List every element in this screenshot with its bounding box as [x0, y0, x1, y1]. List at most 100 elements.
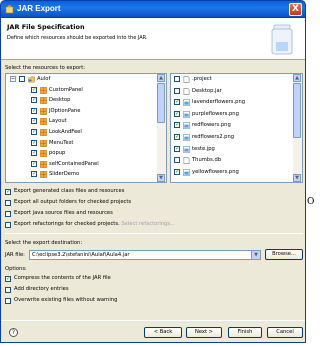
- option-label: Overwrite existing files without warning: [14, 297, 118, 303]
- options-label: Options:: [5, 266, 27, 272]
- image-file-icon: [183, 99, 190, 107]
- close-button[interactable]: X: [289, 3, 302, 16]
- file-icon: [183, 87, 190, 95]
- export-class-files-checkbox[interactable]: [5, 188, 11, 195]
- chevron-down-icon[interactable]: ▼: [251, 251, 260, 259]
- file-item-label: .project: [192, 76, 212, 82]
- option-label: Export refactorings for checked projects…: [14, 221, 176, 227]
- compress-checkbox[interactable]: [5, 275, 11, 282]
- image-file-icon: [183, 122, 190, 130]
- tree-item-label: Aulof: [37, 76, 51, 82]
- option-label: Export all output folders for checked pr…: [14, 199, 132, 205]
- file-item-label: teste.jpg: [192, 145, 215, 152]
- next-button[interactable]: Next >: [186, 327, 222, 338]
- tree-item-label: LookAndFeel: [49, 129, 82, 135]
- jar-file-value: C:\eclipse3.2\stefanini\Aulaf\Aula4.jar: [32, 252, 130, 258]
- tree-scrollbar[interactable]: ▲ ▼: [157, 74, 166, 182]
- side-letter: O: [307, 197, 315, 207]
- tree-item-checkbox[interactable]: [31, 107, 37, 114]
- tree-item-checkbox[interactable]: [19, 76, 25, 82]
- option-label: Compress the contents of the JAR file: [14, 275, 111, 281]
- tree-item-checkbox[interactable]: [31, 96, 37, 104]
- image-file-icon: [183, 110, 190, 118]
- package-icon: [40, 160, 47, 168]
- jar-file-combo[interactable]: C:\eclipse3.2\stefanini\Aulaf\Aula4.jar …: [29, 250, 261, 260]
- tree-item-label: JOptionPane: [49, 107, 81, 114]
- add-directory-entries-checkbox[interactable]: [5, 287, 11, 293]
- collapse-icon[interactable]: −: [10, 76, 16, 82]
- export-java-source-checkbox[interactable]: [5, 211, 11, 217]
- option-label: Export java source files and resources: [14, 210, 113, 216]
- file-item-checkbox[interactable]: [174, 87, 180, 94]
- project-folder-icon: [28, 76, 35, 83]
- image-file-icon: [183, 145, 190, 153]
- package-icon: [40, 171, 47, 179]
- file-item-label: Thumbs.db: [192, 157, 222, 164]
- option-label: Export generated class files and resourc…: [14, 188, 125, 194]
- export-output-folders-checkbox[interactable]: [5, 200, 11, 206]
- package-icon: [40, 97, 47, 105]
- scroll-up-icon[interactable]: ▲: [293, 74, 301, 82]
- tree-item-label: Desktop: [49, 97, 71, 104]
- back-button[interactable]: < Back: [144, 327, 182, 338]
- file-item-checkbox[interactable]: [174, 168, 180, 175]
- package-icon: [40, 139, 47, 147]
- scroll-thumb[interactable]: [293, 83, 301, 138]
- image-file-icon: [183, 168, 190, 176]
- help-icon[interactable]: ?: [9, 328, 18, 337]
- file-item-label: yellowflowers.png: [192, 168, 239, 175]
- file-item-label: Desktop.jar: [192, 87, 222, 94]
- package-icon: [40, 129, 47, 136]
- file-item-checkbox[interactable]: [174, 121, 180, 129]
- destination-label: Select the export destination:: [5, 240, 83, 246]
- file-item-checkbox[interactable]: [174, 157, 180, 164]
- overwrite-checkbox[interactable]: [5, 298, 11, 304]
- tree-item-label: selfContainedPanel: [49, 160, 99, 167]
- file-item-checkbox[interactable]: [174, 76, 180, 82]
- package-icon: [40, 107, 47, 115]
- separator: [1, 320, 305, 321]
- separator: [5, 233, 303, 234]
- file-item-checkbox[interactable]: [174, 133, 180, 140]
- dialog-body: JAR File Specification Define which reso…: [0, 18, 306, 343]
- select-refactorings-link[interactable]: Select refactorings...: [121, 221, 175, 227]
- file-item-label: redflowers2.png: [192, 134, 235, 140]
- scroll-down-icon[interactable]: ▼: [157, 174, 165, 182]
- tree-item-checkbox[interactable]: [31, 170, 37, 178]
- scroll-up-icon[interactable]: ▲: [157, 74, 165, 82]
- tree-item-label: SliderDemo: [49, 171, 80, 178]
- tree-item-checkbox[interactable]: [31, 86, 37, 93]
- cancel-button[interactable]: Cancel: [267, 327, 303, 338]
- page-description: Define which resources should be exporte…: [7, 35, 148, 41]
- tree-item-checkbox[interactable]: [31, 139, 37, 146]
- file-item-checkbox[interactable]: [174, 98, 180, 106]
- resource-tree[interactable]: − Aulof CustomPanel Desktop JOptionPane Layou…: [5, 73, 167, 183]
- tree-item-checkbox[interactable]: [31, 149, 37, 157]
- tree-item-label: popup: [49, 150, 66, 157]
- file-item-label: purpleflowers.png: [192, 110, 239, 117]
- export-refactorings-checkbox[interactable]: [5, 222, 11, 228]
- scroll-thumb[interactable]: [157, 83, 165, 123]
- scroll-down-icon[interactable]: ▼: [293, 174, 301, 182]
- file-item-label: lavenderflowers.png: [192, 99, 246, 106]
- jar-export-window: JAR Export X JAR File Specification Defi…: [0, 0, 314, 347]
- resources-label: Select the resources to export:: [5, 65, 86, 71]
- file-item-checkbox[interactable]: [174, 145, 180, 152]
- jar-icon: [271, 24, 293, 55]
- file-item-checkbox[interactable]: [174, 110, 180, 117]
- option-label: Add directory entries: [14, 286, 69, 292]
- file-list[interactable]: .project Desktop.jar lavenderflowers.png pu…: [170, 73, 303, 183]
- files-scrollbar[interactable]: ▲ ▼: [293, 74, 302, 182]
- wizard-header: JAR File Specification Define which reso…: [1, 18, 305, 60]
- tree-item-checkbox[interactable]: [31, 128, 37, 135]
- tree-item-checkbox[interactable]: [31, 117, 37, 125]
- window-title: JAR Export: [17, 4, 61, 13]
- finish-button[interactable]: Finish: [228, 327, 262, 338]
- image-file-icon: [183, 134, 190, 141]
- title-bar[interactable]: JAR Export X: [0, 0, 306, 18]
- tree-item-checkbox[interactable]: [31, 160, 37, 167]
- package-icon: [40, 150, 47, 158]
- browse-button[interactable]: Browse...: [265, 249, 303, 260]
- file-icon: [183, 157, 190, 165]
- eclipse-icon: [5, 5, 14, 14]
